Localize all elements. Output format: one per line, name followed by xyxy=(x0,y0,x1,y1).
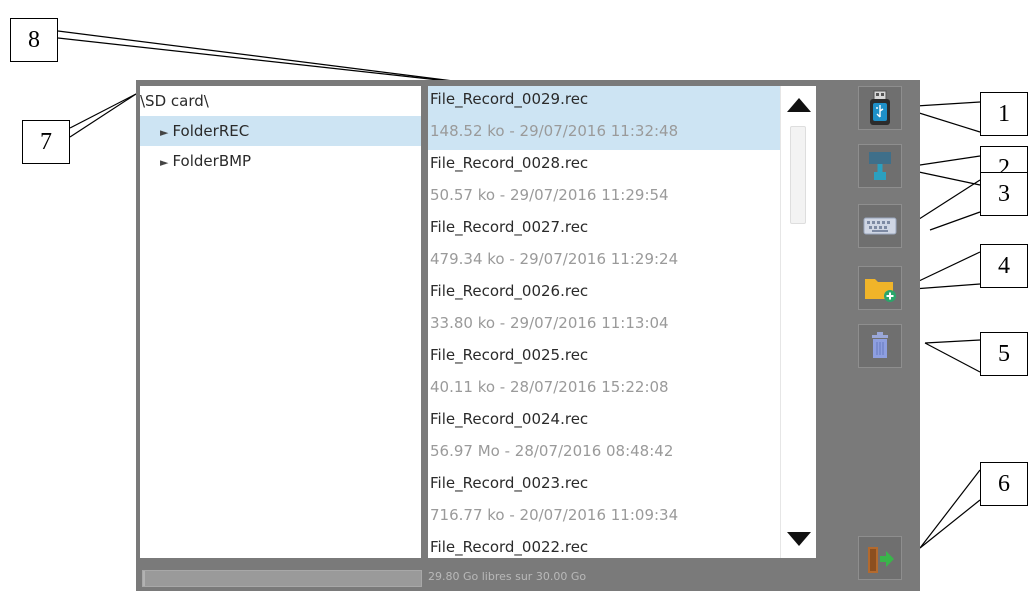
scroll-thumb[interactable] xyxy=(790,126,806,224)
file-item[interactable]: File_Record_0026.rec 33.80 ko - 29/07/20… xyxy=(428,278,816,342)
usb-transfer-icon xyxy=(869,152,891,180)
folder-tree-pane: \SD card\ ► FolderREC ► FolderBMP xyxy=(140,86,421,558)
file-name: File_Record_0023.rec xyxy=(430,474,589,492)
file-name: File_Record_0027.rec xyxy=(430,218,589,236)
file-meta: 716.77 ko - 20/07/2016 11:09:34 xyxy=(430,506,679,524)
tree-folder-label: FolderBMP xyxy=(172,152,252,170)
file-name: File_Record_0024.rec xyxy=(430,410,589,428)
callout-5: 5 xyxy=(980,332,1028,376)
file-item[interactable]: File_Record_0028.rec 50.57 ko - 29/07/20… xyxy=(428,150,816,214)
free-space-text: 29.80 Go libres sur 30.00 Go xyxy=(428,570,587,583)
tree-root-label: \SD card\ xyxy=(140,92,209,110)
triangle-up-icon xyxy=(787,98,811,112)
tree-folder-folderrec[interactable]: ► FolderREC xyxy=(140,116,421,146)
callout-4: 4 xyxy=(980,244,1028,288)
file-item[interactable]: File_Record_0025.rec 40.11 ko - 28/07/20… xyxy=(428,342,816,406)
file-meta: 56.97 Mo - 28/07/2016 08:48:42 xyxy=(430,442,674,460)
usb-transfer-button[interactable] xyxy=(858,144,902,188)
new-folder-button[interactable] xyxy=(858,266,902,310)
file-meta: 50.57 ko - 29/07/2016 11:29:54 xyxy=(430,186,669,204)
file-list: File_Record_0029.rec 148.52 ko - 29/07/2… xyxy=(428,86,816,558)
new-folder-icon xyxy=(865,279,896,302)
tree-arrow-icon: ► xyxy=(160,126,169,139)
file-item[interactable]: File_Record_0029.rec 148.52 ko - 29/07/2… xyxy=(428,86,816,150)
usb-drive-icon xyxy=(870,90,890,125)
file-meta: 40.11 ko - 28/07/2016 15:22:08 xyxy=(430,378,669,396)
file-list-scrollbar[interactable] xyxy=(780,86,816,558)
file-name: File_Record_0028.rec xyxy=(430,154,589,172)
callout-7: 7 xyxy=(22,120,70,164)
storage-progress-fill xyxy=(143,571,145,586)
triangle-down-icon xyxy=(787,532,811,546)
storage-progress-bar xyxy=(142,570,422,587)
usb-button[interactable] xyxy=(858,86,902,130)
file-name: File_Record_0026.rec xyxy=(430,282,589,300)
status-bar: 29.80 Go libres sur 30.00 Go xyxy=(136,564,920,591)
keyboard-icon xyxy=(863,217,897,235)
file-meta: 33.80 ko - 29/07/2016 11:13:04 xyxy=(430,314,669,332)
callout-6: 6 xyxy=(980,462,1028,506)
file-name: File_Record_0025.rec xyxy=(430,346,589,364)
delete-button[interactable] xyxy=(858,324,902,368)
file-manager-screen: \SD card\ ► FolderREC ► FolderBMP File_Rec… xyxy=(136,80,920,591)
file-item[interactable]: File_Record_0024.rec 56.97 Mo - 28/07/20… xyxy=(428,406,816,470)
file-item[interactable]: File_Record_0027.rec 479.34 ko - 29/07/2… xyxy=(428,214,816,278)
scroll-up-button[interactable] xyxy=(781,90,816,120)
callout-3: 3 xyxy=(980,172,1028,216)
trash-icon xyxy=(872,332,888,358)
scroll-down-button[interactable] xyxy=(781,524,816,554)
file-list-pane: File_Record_0029.rec 148.52 ko - 29/07/2… xyxy=(428,86,816,558)
callout-8: 8 xyxy=(10,18,58,62)
file-item[interactable]: File_Record_0023.rec 716.77 ko - 20/07/2… xyxy=(428,470,816,534)
file-meta: 479.34 ko - 29/07/2016 11:29:24 xyxy=(430,250,679,268)
tree-root-sd-card[interactable]: \SD card\ xyxy=(140,86,421,116)
file-name: File_Record_0029.rec xyxy=(430,90,589,108)
keyboard-button[interactable] xyxy=(858,204,902,248)
tree-folder-folderbmp[interactable]: ► FolderBMP xyxy=(140,146,421,176)
file-item[interactable]: File_Record_0022.rec xyxy=(428,534,816,558)
tree-arrow-icon: ► xyxy=(160,156,169,169)
callout-1: 1 xyxy=(980,92,1028,136)
tree-folder-label: FolderREC xyxy=(172,122,250,140)
file-name: File_Record_0022.rec xyxy=(430,538,589,556)
file-meta: 148.52 ko - 29/07/2016 11:32:48 xyxy=(430,122,679,140)
